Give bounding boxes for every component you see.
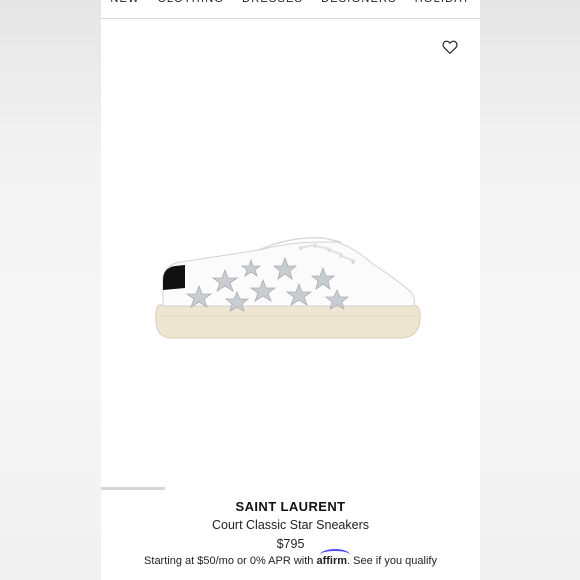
- nav-item-dresses[interactable]: DRESSES: [242, 0, 303, 18]
- background-blur-left: [0, 0, 101, 580]
- nav-item-holiday[interactable]: HOLIDAY: [415, 0, 471, 18]
- image-scroll-indicator[interactable]: [101, 487, 165, 490]
- product-name[interactable]: Court Classic Star Sneakers: [101, 518, 480, 532]
- product-brand[interactable]: SAINT LAURENT: [101, 499, 480, 514]
- nav-item-clothing[interactable]: CLOTHING: [158, 0, 224, 18]
- affirm-logo: affirm: [316, 549, 351, 567]
- see-if-you-qualify-link[interactable]: See if you qualify: [353, 555, 437, 567]
- affirm-financing-message: Starting at $50/mo or 0% APR with affirm…: [101, 549, 480, 567]
- affirm-arc-icon: [320, 549, 351, 561]
- heart-icon[interactable]: [441, 38, 459, 56]
- product-panel: NEW CLOTHING DRESSES DESIGNERS HOLIDAY: [101, 0, 480, 580]
- nav-item-new[interactable]: NEW: [110, 0, 139, 18]
- top-navigation: NEW CLOTHING DRESSES DESIGNERS HOLIDAY: [101, 0, 480, 19]
- financing-prefix: Starting at $50/mo or 0% APR with: [144, 555, 314, 567]
- background-blur-right: [480, 0, 580, 580]
- nav-item-designers[interactable]: DESIGNERS: [321, 0, 397, 18]
- product-image[interactable]: [141, 230, 431, 360]
- product-price: $795: [276, 537, 305, 551]
